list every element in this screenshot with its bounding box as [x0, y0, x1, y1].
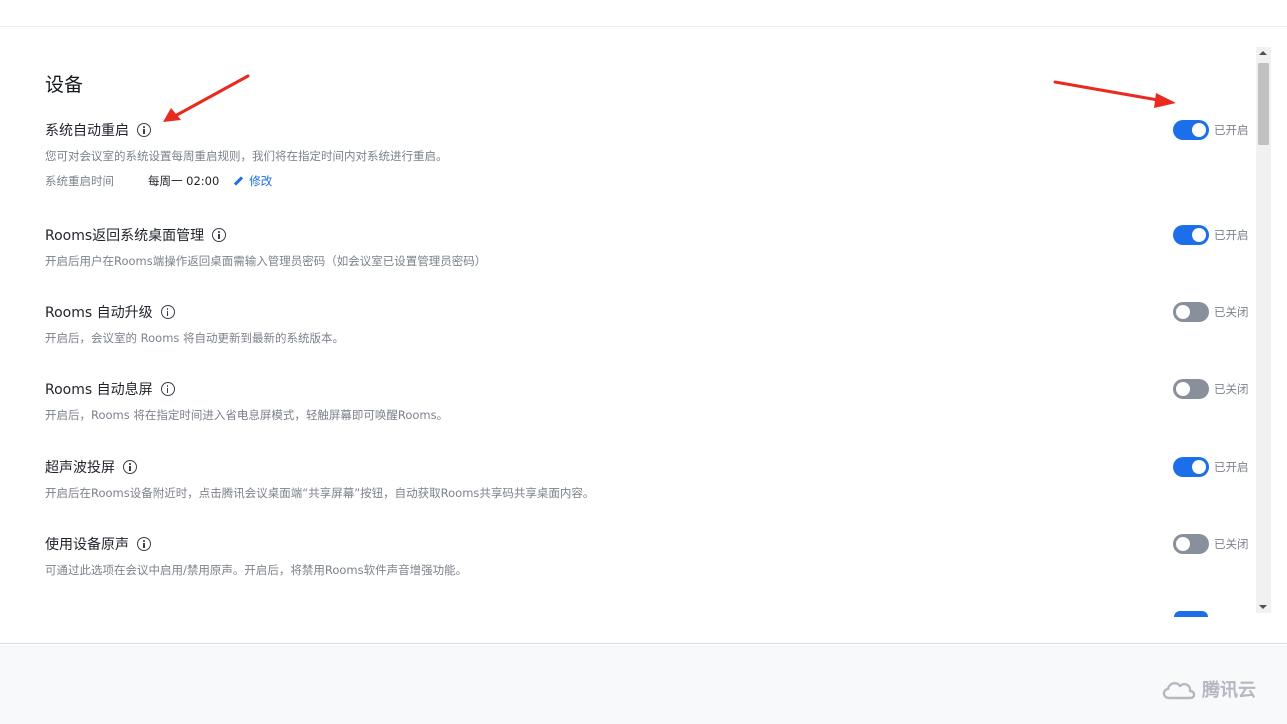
info-icon[interactable] — [212, 228, 227, 242]
toggle-desktop-return[interactable] — [1173, 225, 1209, 245]
toggle-knob — [1192, 460, 1206, 474]
setting-title: 系统自动重启 — [45, 123, 129, 139]
setting-description: 可通过此选项在会议中启用/禁用原声。开启后，将禁用Rooms软件声音增强功能。 — [45, 563, 468, 577]
scroll-down-arrow-icon[interactable] — [1259, 605, 1267, 609]
toggle-ultrasonic-casting[interactable] — [1173, 457, 1209, 477]
scroll-up-arrow-icon[interactable] — [1259, 51, 1267, 55]
watermark-text: 腾讯云 — [1202, 680, 1256, 701]
setting-desktop-return-management: Rooms返回系统桌面管理 开启后用户在Rooms端操作返回桌面需输入管理员密码… — [45, 225, 1255, 269]
toggle-auto-screen-off[interactable] — [1173, 379, 1209, 399]
toggle-original-sound[interactable] — [1173, 534, 1209, 554]
info-icon[interactable] — [160, 382, 175, 396]
toggle-auto-screen-off-wrap: 已关闭 — [1173, 379, 1251, 399]
toggle-desktop-return-wrap: 已开启 — [1173, 225, 1251, 245]
setting-auto-screen-off: Rooms 自动息屏 开启后，Rooms 将在指定时间进入省电息屏模式，轻触屏幕… — [45, 379, 1255, 423]
toggle-partial-next[interactable] — [1174, 611, 1208, 617]
restart-schedule-row: 系统重启时间 每周一 02:00 修改 — [45, 172, 1255, 190]
toggle-knob — [1192, 228, 1206, 242]
toggle-original-sound-wrap: 已关闭 — [1173, 534, 1251, 554]
vertical-scrollbar[interactable] — [1256, 47, 1271, 613]
setting-description: 您可对会议室的系统设置每周重启规则，我们将在指定时间内对系统进行重启。 — [45, 149, 448, 163]
toggle-auto-upgrade-wrap: 已关闭 — [1173, 302, 1251, 322]
cloud-icon — [1162, 681, 1196, 700]
toggle-knob — [1192, 123, 1206, 137]
section-title: 设备 — [45, 74, 84, 96]
setting-description: 开启后在Rooms设备附近时，点击腾讯会议桌面端“共享屏幕”按钮，自动获取Roo… — [45, 486, 595, 500]
setting-title: 超声波投屏 — [45, 460, 115, 476]
restart-time-value: 每周一 02:00 — [148, 174, 220, 188]
toggle-status: 已关闭 — [1214, 305, 1249, 319]
restart-time-label: 系统重启时间 — [45, 174, 114, 188]
setting-title: Rooms 自动息屏 — [45, 382, 153, 398]
toggle-knob — [1176, 305, 1190, 319]
toggle-auto-restart-wrap: 已开启 — [1173, 120, 1251, 140]
setting-auto-upgrade: Rooms 自动升级 开启后，会议室的 Rooms 将自动更新到最新的系统版本。 — [45, 302, 1255, 346]
toggle-ultrasonic-casting-wrap: 已开启 — [1173, 457, 1251, 477]
toggle-status: 已开启 — [1214, 123, 1249, 137]
toggle-status: 已关闭 — [1214, 382, 1249, 396]
info-icon[interactable] — [137, 123, 151, 137]
watermark: 腾讯云 — [1160, 676, 1256, 702]
setting-description: 开启后，会议室的 Rooms 将自动更新到最新的系统版本。 — [45, 331, 345, 345]
info-icon[interactable] — [123, 460, 137, 474]
pencil-icon — [234, 177, 243, 186]
edit-link-label: 修改 — [249, 174, 273, 188]
edit-restart-time-link[interactable]: 修改 — [234, 173, 272, 189]
info-icon[interactable] — [160, 305, 175, 319]
toggle-auto-restart[interactable] — [1173, 120, 1209, 140]
toggle-status: 已关闭 — [1214, 537, 1249, 551]
setting-title: Rooms 自动升级 — [45, 305, 153, 321]
scrollbar-thumb[interactable] — [1258, 63, 1269, 145]
setting-ultrasonic-casting: 超声波投屏 开启后在Rooms设备附近时，点击腾讯会议桌面端“共享屏幕”按钮，自… — [45, 457, 1255, 501]
info-icon[interactable] — [137, 537, 151, 551]
settings-panel: 设备 系统自动重启 您可对会议室的系统设置每周重启规则，我们将在指定时间内对系统… — [0, 27, 1287, 644]
toggle-status: 已开启 — [1214, 228, 1249, 242]
toggle-auto-upgrade[interactable] — [1173, 302, 1209, 322]
setting-description: 开启后用户在Rooms端操作返回桌面需输入管理员密码（如会议室已设置管理员密码） — [45, 254, 487, 268]
setting-auto-restart: 系统自动重启 您可对会议室的系统设置每周重启规则，我们将在指定时间内对系统进行重… — [45, 120, 1255, 190]
setting-description: 开启后，Rooms 将在指定时间进入省电息屏模式，轻触屏幕即可唤醒Rooms。 — [45, 408, 449, 422]
setting-title: 使用设备原声 — [45, 537, 129, 553]
setting-title: Rooms返回系统桌面管理 — [45, 228, 205, 244]
toggle-knob — [1176, 537, 1190, 551]
toggle-knob — [1176, 382, 1190, 396]
toggle-status: 已开启 — [1214, 460, 1249, 474]
page-footer — [0, 645, 1287, 724]
setting-original-sound: 使用设备原声 可通过此选项在会议中启用/禁用原声。开启后，将禁用Rooms软件声… — [45, 534, 1255, 578]
